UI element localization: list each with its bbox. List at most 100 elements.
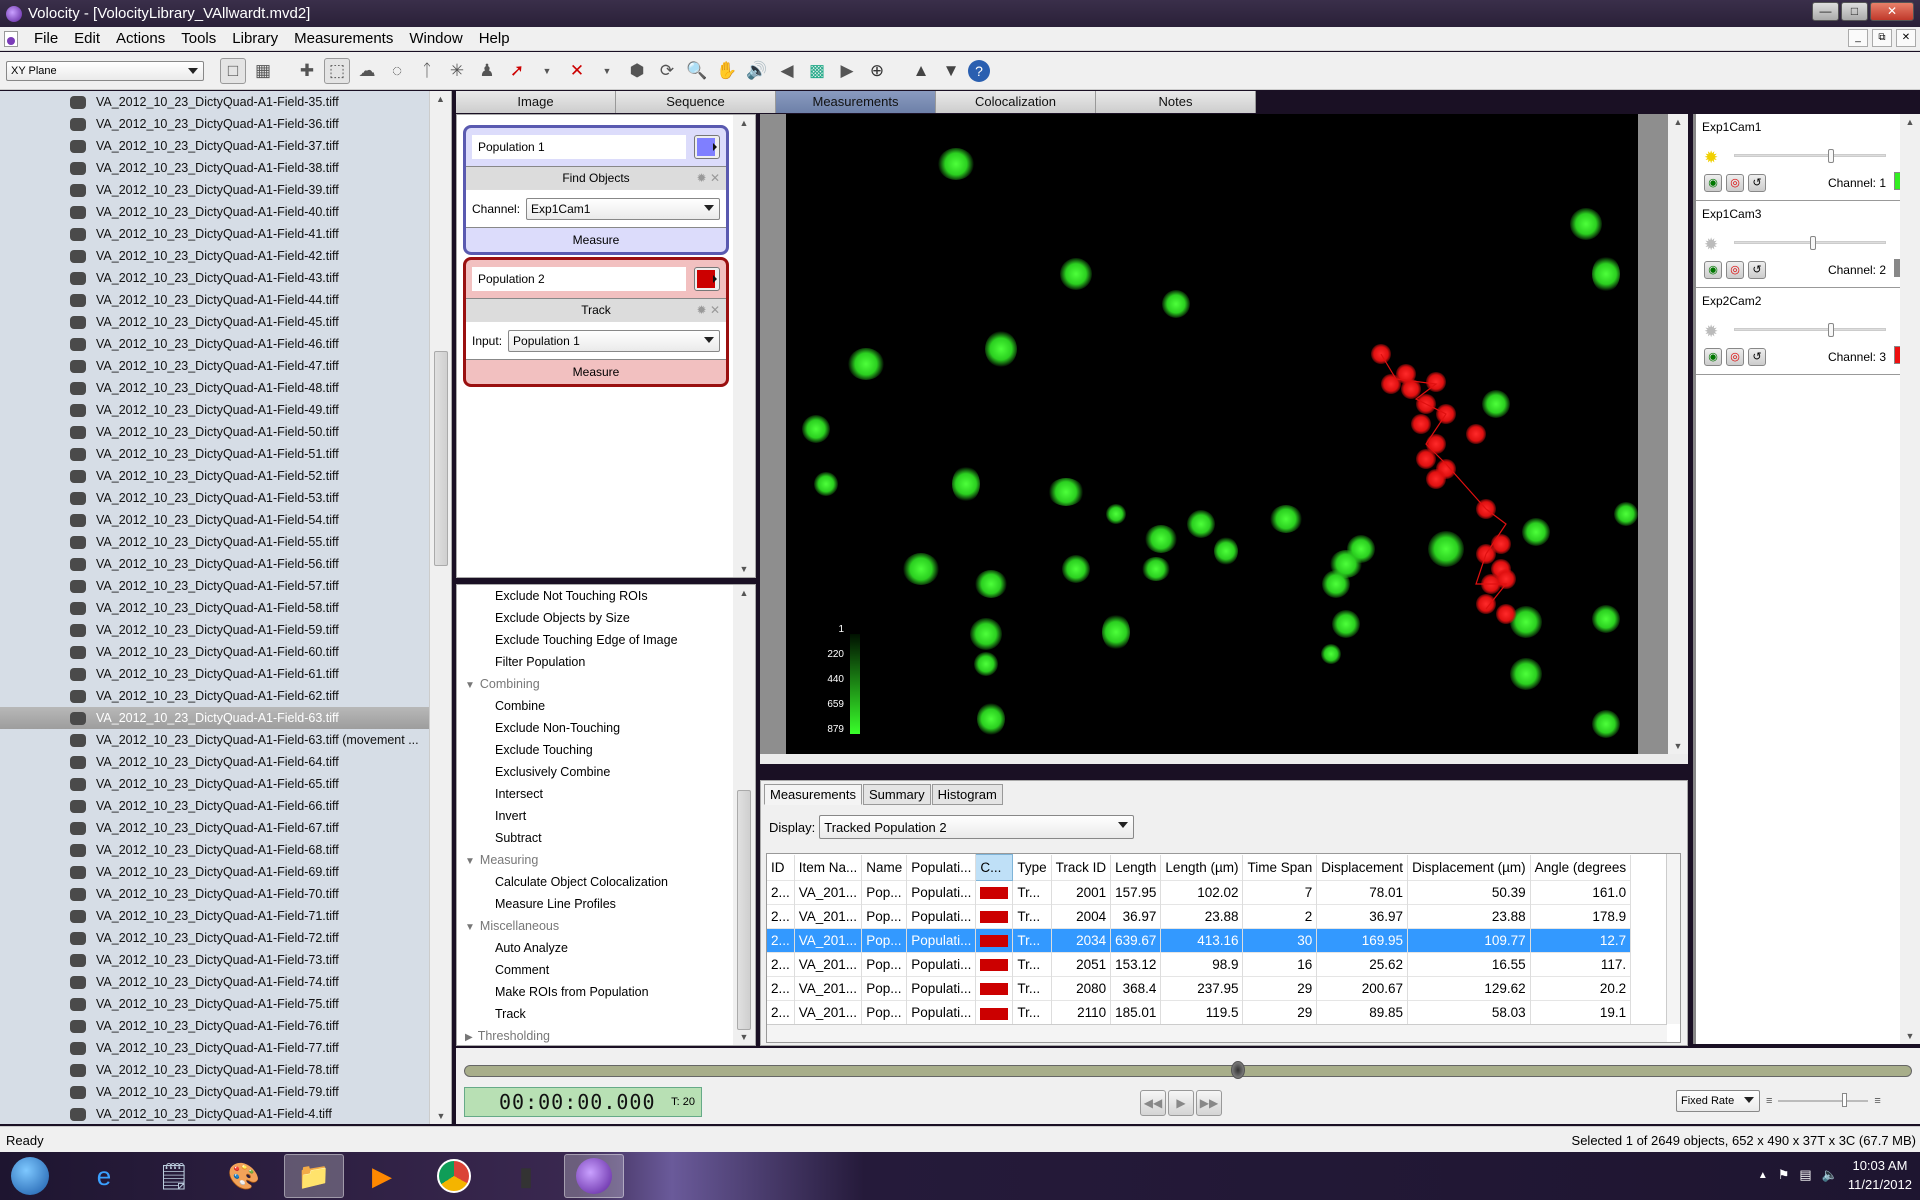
- internet-explorer-icon[interactable]: e: [74, 1154, 134, 1198]
- tab-image[interactable]: Image: [456, 91, 616, 113]
- task-item[interactable]: Exclusively Combine: [457, 761, 755, 783]
- task-item[interactable]: Exclude Touching Edge of Image: [457, 629, 755, 651]
- population-1-measure-button[interactable]: Measure: [466, 227, 726, 252]
- task-item[interactable]: Intersect: [457, 783, 755, 805]
- slider-knob[interactable]: [1828, 149, 1834, 163]
- media-player-icon[interactable]: ▶: [352, 1154, 412, 1198]
- tab-summary[interactable]: Summary: [862, 784, 931, 805]
- playback-rate-slider[interactable]: [1778, 1093, 1869, 1107]
- column-header[interactable]: Angle (degrees: [1530, 854, 1632, 881]
- channels-scrollbar[interactable]: ▲ ▼: [1900, 114, 1920, 1044]
- channel-gain-slider[interactable]: [1734, 149, 1886, 163]
- slider-knob[interactable]: [1810, 236, 1816, 250]
- menu-library[interactable]: Library: [224, 30, 286, 47]
- task-scrollbar[interactable]: ▲ ▼: [733, 585, 755, 1045]
- column-header[interactable]: Length: [1110, 854, 1162, 881]
- library-item[interactable]: VA_2012_10_23_DictyQuad-A1-Field-47.tiff: [0, 355, 430, 377]
- library-item[interactable]: VA_2012_10_23_DictyQuad-A1-Field-45.tiff: [0, 311, 430, 333]
- scroll-down-icon[interactable]: ▼: [733, 561, 755, 577]
- microscopy-image[interactable]: 1 220 440 659 879: [786, 114, 1638, 754]
- scroll-down-icon[interactable]: ▼: [1668, 738, 1688, 754]
- target-icon[interactable]: ⊕: [864, 58, 890, 84]
- menu-window[interactable]: Window: [401, 30, 470, 47]
- library-item[interactable]: VA_2012_10_23_DictyQuad-A1-Field-58.tiff: [0, 597, 430, 619]
- population-2-name-field[interactable]: Population 2: [472, 267, 686, 291]
- table-row[interactable]: 2... VA_201... Pop... Populati... Tr... 2051 1…: [767, 952, 1632, 977]
- table-row[interactable]: 2... VA_201... Pop... Populati... Tr... 2110 1…: [767, 1000, 1632, 1025]
- channel-record-icon[interactable]: ◎: [1726, 174, 1744, 192]
- scroll-thumb[interactable]: [434, 351, 448, 566]
- delete-point-icon[interactable]: ✕: [564, 58, 590, 84]
- column-header[interactable]: Populati...: [906, 854, 977, 881]
- library-item[interactable]: VA_2012_10_23_DictyQuad-A1-Field-77.tiff: [0, 1037, 430, 1059]
- table-horizontal-scrollbar[interactable]: [767, 1024, 1667, 1042]
- task-item[interactable]: Filter Population: [457, 651, 755, 673]
- library-item[interactable]: VA_2012_10_23_DictyQuad-A1-Field-78.tiff: [0, 1059, 430, 1081]
- library-item[interactable]: VA_2012_10_23_DictyQuad-A1-Field-68.tiff: [0, 839, 430, 861]
- library-item[interactable]: VA_2012_10_23_DictyQuad-A1-Field-53.tiff: [0, 487, 430, 509]
- scroll-down-icon[interactable]: ▼: [733, 1029, 755, 1045]
- reset-icon[interactable]: ↺: [1748, 261, 1766, 279]
- task-item[interactable]: Subtract: [457, 827, 755, 849]
- library-item[interactable]: VA_2012_10_23_DictyQuad-A1-Field-36.tiff: [0, 113, 430, 135]
- task-group[interactable]: ▼ Combining: [457, 673, 755, 695]
- task-group[interactable]: ▶ Thresholding: [457, 1025, 755, 1045]
- up-arrow-icon[interactable]: ▲: [908, 58, 934, 84]
- grid-view-icon[interactable]: ▦: [250, 58, 276, 84]
- scroll-up-icon[interactable]: ▲: [1668, 114, 1688, 130]
- task-item[interactable]: Combine: [457, 695, 755, 717]
- column-header[interactable]: Track ID: [1051, 854, 1112, 881]
- reset-icon[interactable]: ↺: [1748, 348, 1766, 366]
- paint-icon[interactable]: 🎨: [214, 1154, 274, 1198]
- menu-actions[interactable]: Actions: [108, 30, 173, 47]
- library-item[interactable]: VA_2012_10_23_DictyQuad-A1-Field-74.tiff: [0, 971, 430, 993]
- chrome-icon[interactable]: [424, 1154, 484, 1198]
- population-1-color-button[interactable]: [694, 135, 720, 159]
- library-item[interactable]: VA_2012_10_23_DictyQuad-A1-Field-49.tiff: [0, 399, 430, 421]
- menu-file[interactable]: File: [26, 30, 66, 47]
- population-1-name-field[interactable]: Population 1: [472, 135, 686, 159]
- scroll-down-icon[interactable]: ▼: [430, 1108, 452, 1124]
- library-item[interactable]: VA_2012_10_23_DictyQuad-A1-Field-73.tiff: [0, 949, 430, 971]
- flythrough-icon[interactable]: 🔊: [744, 58, 770, 84]
- remove-step-icon[interactable]: ✕: [710, 303, 720, 317]
- column-header[interactable]: Type: [1012, 854, 1052, 881]
- task-group[interactable]: ▼ Measuring: [457, 849, 755, 871]
- library-item[interactable]: VA_2012_10_23_DictyQuad-A1-Field-60.tiff: [0, 641, 430, 663]
- menu-help[interactable]: Help: [471, 30, 518, 47]
- start-orb-icon[interactable]: [0, 1154, 60, 1198]
- task-item[interactable]: Calculate Object Colocalization: [457, 871, 755, 893]
- doc-minimize-button[interactable]: _: [1848, 29, 1868, 47]
- notepad-icon[interactable]: 🗒: [144, 1154, 204, 1198]
- view-plane-select[interactable]: XY Plane: [6, 60, 204, 81]
- rate-mode-select[interactable]: Fixed Rate: [1676, 1090, 1760, 1112]
- library-item[interactable]: VA_2012_10_23_DictyQuad-A1-Field-37.tiff: [0, 135, 430, 157]
- library-item[interactable]: VA_2012_10_23_DictyQuad-A1-Field-62.tiff: [0, 685, 430, 707]
- task-item[interactable]: Exclude Touching: [457, 739, 755, 761]
- library-item[interactable]: VA_2012_10_23_DictyQuad-A1-Field-55.tiff: [0, 531, 430, 553]
- menu-measurements[interactable]: Measurements: [286, 30, 401, 47]
- table-row[interactable]: 2... VA_201... Pop... Populati... Tr... 2034 6…: [767, 928, 1632, 953]
- network-icon[interactable]: ▤: [1799, 1167, 1811, 1183]
- expanded-triangle-icon[interactable]: ▼: [465, 856, 475, 867]
- colocalization-icon[interactable]: ▩: [804, 58, 830, 84]
- task-item[interactable]: Exclude Objects by Size: [457, 607, 755, 629]
- channel-visible-toggle-icon[interactable]: ◉: [1704, 348, 1722, 366]
- channel-visible-toggle-icon[interactable]: ◉: [1704, 261, 1722, 279]
- doc-restore-button[interactable]: ⧉: [1872, 29, 1892, 47]
- channel-gain-slider[interactable]: [1734, 323, 1886, 337]
- tab-histogram[interactable]: Histogram: [931, 784, 1003, 805]
- library-item[interactable]: VA_2012_10_23_DictyQuad-A1-Field-71.tiff: [0, 905, 430, 927]
- table-vertical-scrollbar[interactable]: [1666, 854, 1680, 1024]
- library-item[interactable]: VA_2012_10_23_DictyQuad-A1-Field-38.tiff: [0, 157, 430, 179]
- action-center-icon[interactable]: ⚑: [1778, 1167, 1790, 1183]
- library-item[interactable]: VA_2012_10_23_DictyQuad-A1-Field-50.tiff: [0, 421, 430, 443]
- library-item[interactable]: VA_2012_10_23_DictyQuad-A1-Field-69.tiff: [0, 861, 430, 883]
- line-dropdown-icon[interactable]: ▼: [534, 58, 560, 84]
- population-2-measure-button[interactable]: Measure: [466, 359, 726, 384]
- population-2-color-button[interactable]: [694, 267, 720, 291]
- library-item[interactable]: VA_2012_10_23_DictyQuad-A1-Field-40.tiff: [0, 201, 430, 223]
- tab-measurements[interactable]: Measurements: [776, 91, 936, 113]
- zoom-icon[interactable]: 🔍: [684, 58, 710, 84]
- task-item[interactable]: Exclude Non-Touching: [457, 717, 755, 739]
